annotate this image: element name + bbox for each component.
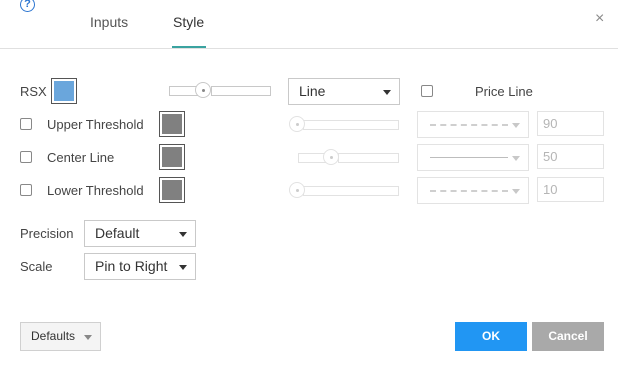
slider-track-right [211,86,271,96]
slider-track-left [298,153,326,163]
solid-line-preview [430,157,508,158]
cancel-button[interactable]: Cancel [532,322,604,351]
center-line-value-input[interactable]: 50 [537,144,604,169]
dashed-line-preview [430,190,508,192]
dashed-line-preview [430,124,508,126]
slider-knob[interactable] [195,82,211,98]
rsx-label: RSX [20,84,47,99]
upper-threshold-color-swatch[interactable] [159,111,185,137]
lower-threshold-thickness-slider[interactable] [289,182,399,200]
lower-threshold-checkbox[interactable] [20,184,32,196]
tab-inputs[interactable]: Inputs [90,14,128,30]
lower-threshold-line-style-select[interactable] [417,177,529,204]
lower-threshold-label: Lower Threshold [47,183,144,198]
chevron-down-icon [179,232,187,237]
defaults-label: Defaults [31,329,76,343]
center-line-color-swatch[interactable] [159,144,185,170]
upper-threshold-thickness-slider[interactable] [289,116,399,134]
ok-button[interactable]: OK [455,322,527,351]
help-icon[interactable]: ? [20,0,35,12]
center-line-checkbox[interactable] [20,151,32,163]
slider-track-right [338,153,399,163]
chevron-down-icon [84,335,92,340]
center-line-line-style-select[interactable] [417,144,529,171]
defaults-button[interactable]: Defaults [20,322,101,351]
chevron-down-icon [383,90,391,95]
precision-label: Precision [20,226,74,241]
upper-threshold-color-fill [162,114,182,134]
rsx-thickness-slider[interactable] [169,82,271,100]
center-line-color-fill [162,147,182,167]
close-icon[interactable]: × [595,10,604,28]
scale-value: Pin to Right [95,258,168,274]
upper-threshold-checkbox[interactable] [20,118,32,130]
slider-track [303,120,399,130]
rsx-color-fill [54,81,74,101]
upper-threshold-line-style-select[interactable] [417,111,529,138]
price-line-checkbox[interactable] [421,85,433,97]
upper-threshold-value-input[interactable]: 90 [537,111,604,136]
tab-divider [0,48,618,49]
rsx-plot-type-value: Line [299,83,326,99]
slider-knob[interactable] [289,116,305,132]
chevron-down-icon [512,123,520,128]
tab-style[interactable]: Style [173,14,204,30]
rsx-plot-type-select[interactable]: Line [288,78,400,105]
center-line-label: Center Line [47,150,115,165]
scale-label: Scale [20,259,53,274]
chevron-down-icon [512,189,520,194]
lower-threshold-color-fill [162,180,182,200]
chevron-down-icon [512,156,520,161]
scale-select[interactable]: Pin to Right [84,253,196,280]
lower-threshold-color-swatch[interactable] [159,177,185,203]
rsx-color-swatch[interactable] [51,78,77,104]
lower-threshold-value-input[interactable]: 10 [537,177,604,202]
chevron-down-icon [179,265,187,270]
precision-select[interactable]: Default [84,220,196,247]
precision-value: Default [95,225,140,241]
slider-knob[interactable] [289,182,305,198]
slider-knob[interactable] [323,149,339,165]
slider-track [303,186,399,196]
center-line-thickness-slider[interactable] [298,149,399,167]
price-line-label: Price Line [475,84,533,99]
upper-threshold-label: Upper Threshold [47,117,144,132]
